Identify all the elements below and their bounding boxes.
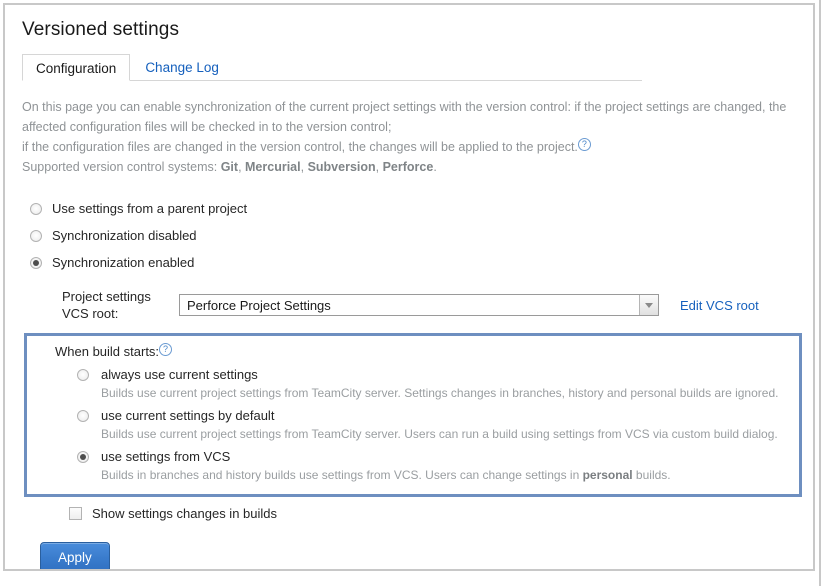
sync-mode-radio-group: Use settings from a parent project Synch… bbox=[30, 195, 797, 276]
page-title: Versioned settings bbox=[22, 19, 180, 40]
option-use-settings-from-vcs: use settings from VCS Builds in branches… bbox=[77, 449, 799, 483]
description-line-3-text: if the configuration files are changed i… bbox=[22, 140, 578, 154]
vcs-root-label: Project settings VCS root: bbox=[62, 288, 179, 322]
tab-bar: Configuration Change Log bbox=[22, 54, 797, 81]
description-line-2: affected configuration files will be che… bbox=[22, 120, 392, 134]
when-build-starts-panel: When build starts:? always use current s… bbox=[24, 333, 802, 497]
edit-vcs-root-link[interactable]: Edit VCS root bbox=[680, 298, 759, 313]
help-circle-icon[interactable]: ? bbox=[159, 343, 173, 356]
option-use-current-settings-by-default: use current settings by default Builds u… bbox=[77, 408, 799, 442]
supported-vcs-suffix: . bbox=[433, 160, 437, 174]
radio-row-sync-enabled[interactable]: Synchronization enabled bbox=[30, 249, 797, 276]
radio-label-use-settings-from-vcs[interactable]: use settings from VCS bbox=[101, 449, 230, 464]
radio-row-always-use-current-settings[interactable]: always use current settings bbox=[77, 367, 799, 382]
radio-label-always-use-current-settings[interactable]: always use current settings bbox=[101, 367, 258, 382]
vcs-subversion: Subversion bbox=[307, 160, 376, 174]
radio-label-parent-project[interactable]: Use settings from a parent project bbox=[52, 201, 247, 216]
tab-configuration[interactable]: Configuration bbox=[22, 54, 131, 81]
radio-synchronization-disabled[interactable] bbox=[30, 229, 42, 242]
description-use-current-settings-by-default: Builds use current project settings from… bbox=[101, 427, 778, 441]
radio-row-sync-disabled[interactable]: Synchronization disabled bbox=[30, 222, 797, 249]
radio-label-sync-disabled[interactable]: Synchronization disabled bbox=[52, 228, 197, 243]
supported-vcs-prefix: Supported version control systems: bbox=[22, 160, 221, 174]
description-vcs-bold: personal bbox=[582, 468, 633, 482]
page-description: On this page you can enable synchronizat… bbox=[22, 97, 797, 177]
radio-row-use-current-settings-by-default[interactable]: use current settings by default bbox=[77, 408, 799, 423]
radio-row-use-settings-from-vcs[interactable]: use settings from VCS bbox=[77, 449, 799, 464]
radio-row-parent-project[interactable]: Use settings from a parent project bbox=[30, 195, 797, 222]
when-build-starts-label: When build starts:? bbox=[55, 343, 799, 360]
page-content: Versioned settings Configuration Change L… bbox=[5, 5, 813, 569]
description-always-use-current-settings: Builds use current project settings from… bbox=[101, 386, 779, 400]
radio-label-sync-enabled[interactable]: Synchronization enabled bbox=[52, 255, 194, 270]
tab-change-log[interactable]: Change Log bbox=[132, 54, 232, 81]
radio-use-settings-from-vcs[interactable] bbox=[77, 450, 89, 463]
apply-button[interactable]: Apply bbox=[40, 542, 110, 569]
vcs-root-label-line1: Project settings bbox=[62, 289, 151, 304]
description-use-settings-from-vcs: Builds in branches and history builds us… bbox=[101, 467, 799, 483]
right-gutter bbox=[819, 0, 821, 586]
radio-use-current-settings-by-default[interactable] bbox=[77, 409, 89, 422]
radio-always-use-current-settings[interactable] bbox=[77, 368, 89, 381]
radio-synchronization-enabled[interactable] bbox=[30, 256, 42, 269]
description-line-1: On this page you can enable synchronizat… bbox=[22, 100, 787, 114]
description-line-3: if the configuration files are changed i… bbox=[22, 137, 797, 157]
when-build-starts-text: When build starts: bbox=[55, 344, 160, 359]
radio-use-settings-from-parent-project[interactable] bbox=[30, 202, 42, 215]
help-circle-icon[interactable]: ? bbox=[577, 138, 591, 151]
show-settings-changes-row[interactable]: Show settings changes in builds bbox=[69, 506, 797, 521]
versioned-settings-page: Versioned settings Configuration Change L… bbox=[3, 3, 815, 571]
vcs-root-selected-value: Perforce Project Settings bbox=[187, 298, 331, 313]
vcs-root-label-line2: VCS root: bbox=[62, 306, 119, 321]
checkbox-show-settings-changes[interactable] bbox=[69, 507, 82, 520]
vcs-git: Git bbox=[220, 160, 239, 174]
vcs-root-row: Project settings VCS root: Perforce Proj… bbox=[62, 288, 797, 322]
description-line-4: Supported version control systems: Git, … bbox=[22, 160, 437, 174]
option-always-use-current-settings: always use current settings Builds use c… bbox=[77, 367, 799, 401]
label-show-settings-changes[interactable]: Show settings changes in builds bbox=[92, 506, 277, 521]
description-vcs-after: builds. bbox=[632, 468, 671, 482]
description-vcs-before: Builds in branches and history builds us… bbox=[101, 468, 583, 482]
chevron-down-icon[interactable] bbox=[639, 295, 658, 315]
vcs-mercurial: Mercurial bbox=[245, 160, 301, 174]
vcs-root-select[interactable]: Perforce Project Settings bbox=[179, 294, 659, 316]
vcs-perforce: Perforce bbox=[382, 160, 434, 174]
radio-label-use-current-settings-by-default[interactable]: use current settings by default bbox=[101, 408, 274, 423]
